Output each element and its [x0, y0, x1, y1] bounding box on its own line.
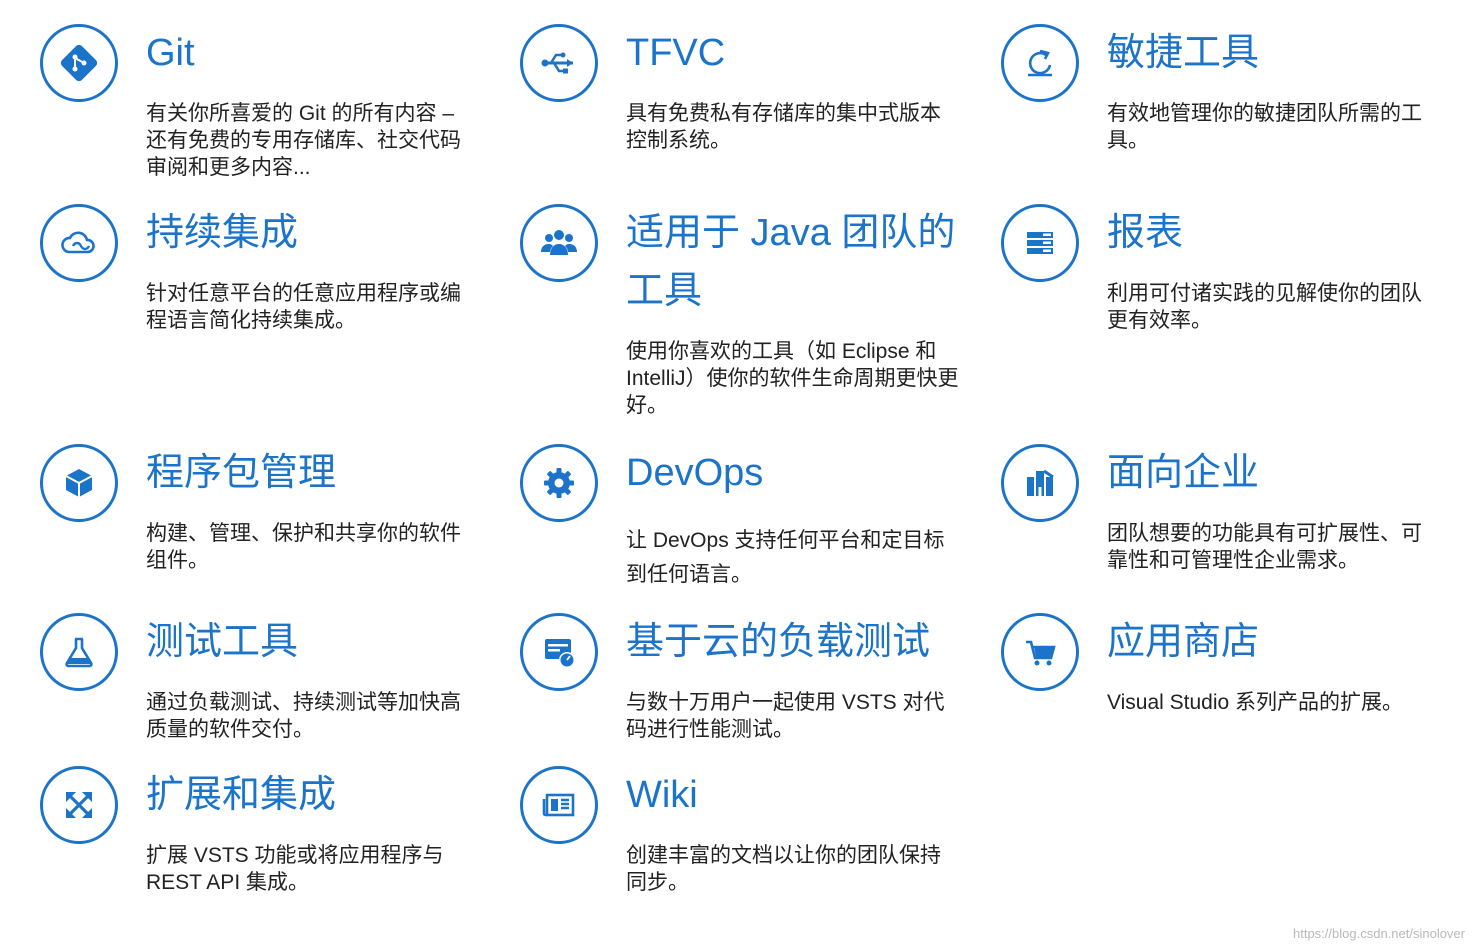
feature-title: Wiki — [626, 774, 698, 816]
feature-description: 有关你所喜爱的 Git 的所有内容 – 还有免费的专用存储库、社交代码 审阅和更… — [146, 102, 461, 179]
feature-description: Visual Studio 系列产品的扩展。 — [1107, 691, 1404, 714]
refresh-cycle-icon — [1001, 24, 1079, 102]
feature-title: 适用于 Java 团队的 — [626, 212, 956, 254]
cloud-icon — [40, 204, 118, 282]
feature-cloud-load-testing[interactable]: 基于云的负载测试 与数十万用户一起使用 VSTS 对代 码进行性能测试。 — [520, 613, 970, 753]
newspaper-icon — [520, 766, 598, 844]
feature-package-management[interactable]: 程序包管理 构建、管理、保护和共享你的软件 组件。 — [40, 444, 480, 584]
feature-description: 构建、管理、保护和共享你的软件 组件。 — [146, 522, 461, 572]
enterprise-building-icon — [1001, 444, 1079, 522]
feature-description: 利用可付诸实践的见解使你的团队 更有效率。 — [1107, 282, 1422, 332]
feature-description: 与数十万用户一起使用 VSTS 对代 码进行性能测试。 — [626, 691, 945, 741]
gear-icon — [520, 444, 598, 522]
feature-title: 报表 — [1107, 212, 1184, 254]
feature-java-tools[interactable]: 适用于 Java 团队的 工具 使用你喜欢的工具（如 Eclipse 和 Int… — [520, 204, 970, 424]
feature-reports[interactable]: 报表 利用可付诸实践的见解使你的团队 更有效率。 — [1001, 204, 1451, 344]
feature-description: 有效地管理你的敏捷团队所需的工 具。 — [1107, 102, 1422, 152]
feature-description: 具有免费私有存储库的集中式版本 控制系统。 — [626, 102, 941, 152]
feature-enterprise[interactable]: 面向企业 团队想要的功能具有可扩展性、可 靠性和可管理性企业需求。 — [1001, 444, 1451, 584]
feature-title: 应用商店 — [1107, 621, 1260, 663]
feature-test-tools[interactable]: 测试工具 通过负载测试、持续测试等加快高 质量的软件交付。 — [40, 613, 480, 753]
feature-extensions-integration[interactable]: 扩展和集成 扩展 VSTS 功能或将应用程序与 REST API 集成。 — [40, 766, 480, 906]
feature-description: 团队想要的功能具有可扩展性、可 靠性和可管理性企业需求。 — [1107, 522, 1422, 572]
feature-description: 扩展 VSTS 功能或将应用程序与 REST API 集成。 — [146, 844, 444, 894]
feature-marketplace[interactable]: 应用商店 Visual Studio 系列产品的扩展。 — [1001, 613, 1451, 733]
feature-wiki[interactable]: Wiki 创建丰富的文档以让你的团队保持 同步。 — [520, 766, 970, 906]
people-group-icon — [520, 204, 598, 282]
flask-icon — [40, 613, 118, 691]
feature-title: DevOps — [626, 452, 764, 494]
feature-title: 测试工具 — [146, 621, 299, 663]
watermark: https://blog.csdn.net/sinolover — [1293, 926, 1465, 941]
feature-description: 通过负载测试、持续测试等加快高 质量的软件交付。 — [146, 691, 461, 741]
feature-continuous-integration[interactable]: 持续集成 针对任意平台的任意应用程序或编 程语言简化持续集成。 — [40, 204, 480, 344]
feature-description: 创建丰富的文档以让你的团队保持 同步。 — [626, 844, 941, 894]
feature-title: 扩展和集成 — [146, 774, 337, 816]
feature-title: 程序包管理 — [146, 452, 337, 494]
feature-description: 针对任意平台的任意应用程序或编 程语言简化持续集成。 — [146, 282, 461, 332]
feature-title: 面向企业 — [1107, 452, 1260, 494]
feature-tfvc[interactable]: TFVC 具有免费私有存储库的集中式版本 控制系统。 — [520, 24, 970, 164]
feature-title-line2: 工具 — [626, 270, 703, 312]
feature-title: 敏捷工具 — [1107, 32, 1260, 74]
feature-title: Git — [146, 32, 195, 74]
feature-title: 基于云的负载测试 — [626, 621, 931, 663]
feature-description: 使用你喜欢的工具（如 Eclipse 和 IntelliJ）使你的软件生命周期更… — [626, 340, 959, 417]
load-test-gauge-icon — [520, 613, 598, 691]
feature-devops[interactable]: DevOps 让 DevOps 支持任何平台和定目标 到任何语言。 — [520, 444, 970, 594]
usb-branch-icon — [520, 24, 598, 102]
git-icon — [40, 24, 118, 102]
feature-title: 持续集成 — [146, 212, 299, 254]
expand-arrows-icon — [40, 766, 118, 844]
feature-agile-tools[interactable]: 敏捷工具 有效地管理你的敏捷团队所需的工 具。 — [1001, 24, 1451, 164]
feature-description: 让 DevOps 支持任何平台和定目标 到任何语言。 — [626, 529, 945, 586]
feature-title: TFVC — [626, 32, 726, 74]
feature-git[interactable]: Git 有关你所喜爱的 Git 的所有内容 – 还有免费的专用存储库、社交代码 … — [40, 24, 480, 189]
package-box-icon — [40, 444, 118, 522]
shopping-cart-icon — [1001, 613, 1079, 691]
report-bars-icon — [1001, 204, 1079, 282]
